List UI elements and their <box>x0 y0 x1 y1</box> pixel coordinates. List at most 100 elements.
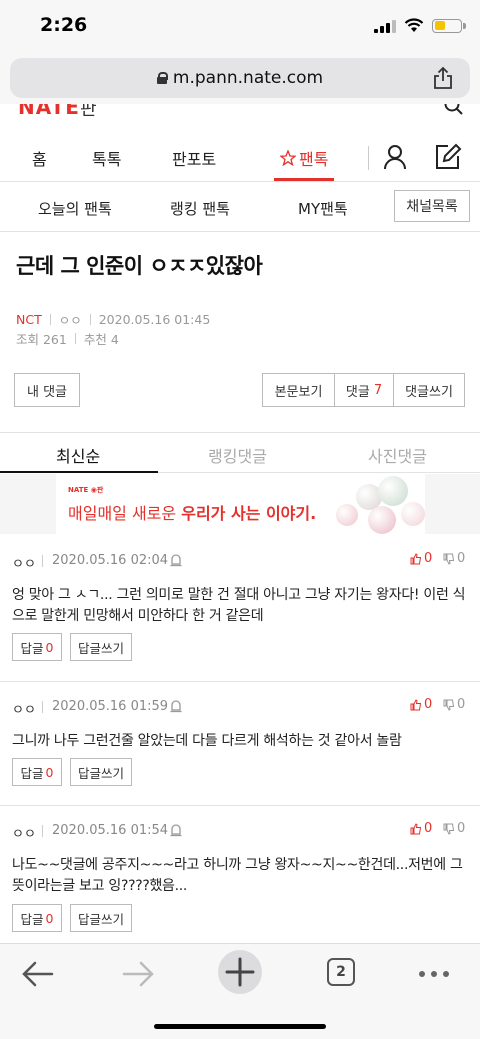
downvote-count: 0 <box>457 551 466 566</box>
comment-author: ㅇㅇ <box>12 827 36 842</box>
upvote-button[interactable]: 0 <box>410 697 432 712</box>
reply-label: 답글 <box>20 640 44 656</box>
browser-url-area: m.pann.nate.com <box>0 56 480 104</box>
nav-pannphoto[interactable]: 판포토 <box>172 146 216 170</box>
comment-item: ㅇㅇ 2020.05.16 01:59 0 0 그니까 나두 그런건줄 알았는데… <box>0 682 480 806</box>
write-reply-button[interactable]: 답글쓰기 <box>70 633 132 661</box>
back-arrow-icon[interactable] <box>20 956 56 992</box>
comments-count: 7 <box>373 382 383 398</box>
comment-text: 나도~~댓글에 공주지~~~라고 하니까 그냥 왕자~~지~~한건데...저번에… <box>12 857 463 894</box>
more-options-icon[interactable] <box>416 956 452 992</box>
reply-count: 0 <box>45 764 54 780</box>
tab-active-indicator <box>0 471 158 473</box>
thumbs-down-icon <box>443 699 455 711</box>
reply-count: 0 <box>45 910 54 926</box>
write-reply-button[interactable]: 답글쓰기 <box>70 904 132 932</box>
report-icon[interactable] <box>170 553 182 567</box>
write-comment-button[interactable]: 댓글쓰기 <box>393 373 465 407</box>
comment-item: ㅇㅇ 2020.05.16 01:54 0 0 나도~~댓글에 공주지~~~라고… <box>0 806 480 944</box>
thumbs-down-icon <box>443 553 455 565</box>
post-author: ㅇㅇ <box>58 313 82 328</box>
tab-count: 2 <box>336 964 346 980</box>
thumbs-down-icon <box>443 823 455 835</box>
banner-logo: NATE ◉판 <box>68 486 104 494</box>
downvote-button[interactable]: 0 <box>443 697 465 712</box>
write-reply-button[interactable]: 답글쓰기 <box>70 758 132 786</box>
comment-author: ㅇㅇ <box>12 703 36 718</box>
main-nav: 홈 톡톡 판포토 팬톡 <box>0 120 480 182</box>
subnav-my-fantalk[interactable]: MY팬톡 <box>298 198 348 219</box>
reply-count-button[interactable]: 답글 0 <box>12 758 62 786</box>
upvote-count: 0 <box>424 821 433 836</box>
battery-icon <box>432 18 466 33</box>
nate-logo[interactable]: NATE <box>18 104 80 119</box>
cellular-signal-icon <box>374 19 396 33</box>
ad-banner[interactable]: NATE ◉판 매일매일 새로운 우리가 사는 이야기. <box>56 474 425 534</box>
nav-divider <box>368 146 369 170</box>
tab-photo-comments[interactable]: 사진댓글 <box>368 443 427 467</box>
downvote-count: 0 <box>457 697 466 712</box>
reply-count: 0 <box>45 639 54 655</box>
wifi-icon <box>404 18 424 32</box>
pann-logo[interactable]: 판 <box>80 104 97 120</box>
forward-arrow-icon[interactable] <box>120 956 156 992</box>
upvote-button[interactable]: 0 <box>410 821 432 836</box>
my-comments-button[interactable]: 내 댓글 <box>14 373 80 407</box>
comments-label: 댓글 <box>345 384 370 400</box>
home-indicator <box>154 1024 326 1029</box>
tabs-button[interactable]: 2 <box>327 958 355 986</box>
comment-datetime: 2020.05.16 01:59 <box>52 699 169 714</box>
url-bar[interactable]: m.pann.nate.com <box>10 58 470 98</box>
write-icon[interactable] <box>434 142 462 170</box>
nav-toktok[interactable]: 톡톡 <box>92 146 121 170</box>
tab-latest[interactable]: 최신순 <box>56 443 100 467</box>
post-datetime: 2020.05.16 01:45 <box>98 312 211 327</box>
tab-ranking-comments[interactable]: 랭킹댓글 <box>208 443 267 467</box>
comment-item: ㅇㅇ 2020.05.16 02:04 0 0 엉 맞아 그 ㅅㄱ... 그런 … <box>0 536 480 682</box>
status-time: 2:26 <box>40 14 88 36</box>
plus-icon <box>225 957 255 987</box>
banner-text-plain: 매일매일 새로운 <box>68 504 182 523</box>
pearl-decoration <box>378 476 408 506</box>
report-icon[interactable] <box>170 823 182 837</box>
thumbs-up-icon <box>410 698 422 710</box>
site-header: NATE 판 <box>0 104 480 120</box>
thumbs-up-icon <box>410 552 422 564</box>
comment-sort-tabs: 최신순 랭킹댓글 사진댓글 <box>0 432 480 473</box>
share-icon[interactable] <box>432 66 454 90</box>
upvote-count: 0 <box>424 551 433 566</box>
post-stats: 조회 261 추천 4 <box>16 329 119 348</box>
reply-count-button[interactable]: 답글 0 <box>12 633 62 661</box>
user-icon[interactable] <box>383 144 407 170</box>
nav-active-indicator <box>274 178 334 181</box>
lock-icon <box>156 72 168 84</box>
post-title: 근데 그 인준이 ㅇㅈㅈ있잖아 <box>16 254 263 278</box>
comment-text: 그니까 나두 그런건줄 알았는데 다들 다르게 해석하는 것 같아서 놀람 <box>12 733 402 749</box>
downvote-button[interactable]: 0 <box>443 551 465 566</box>
channel-list-button[interactable]: 채널목록 <box>394 190 470 222</box>
nav-fantalk-label: 팬톡 <box>299 150 329 169</box>
pearl-decoration <box>401 502 425 526</box>
nav-home[interactable]: 홈 <box>32 146 47 170</box>
new-tab-button[interactable] <box>218 950 262 994</box>
post-channel[interactable]: NCT <box>16 312 42 327</box>
star-icon <box>280 150 296 166</box>
view-body-button[interactable]: 본문보기 <box>262 373 335 407</box>
nav-fantalk[interactable]: 팬톡 <box>280 146 328 170</box>
comments-count-button[interactable]: 댓글 7 <box>334 373 394 407</box>
subnav-today-fantalk[interactable]: 오늘의 팬톡 <box>38 198 112 219</box>
subnav-ranking-fantalk[interactable]: 랭킹 팬톡 <box>170 198 230 219</box>
banner-text: 매일매일 새로운 우리가 사는 이야기. <box>68 500 316 524</box>
upvote-button[interactable]: 0 <box>410 551 432 566</box>
search-icon[interactable] <box>444 104 464 116</box>
status-bar: 2:26 <box>0 0 480 56</box>
comment-datetime: 2020.05.16 02:04 <box>52 553 169 568</box>
pearl-decoration <box>368 506 396 534</box>
comment-author: ㅇㅇ <box>12 557 36 572</box>
post-recommend: 추천 4 <box>83 332 119 347</box>
reply-label: 답글 <box>20 765 44 781</box>
reply-count-button[interactable]: 답글 0 <box>12 904 62 932</box>
report-icon[interactable] <box>170 699 182 713</box>
downvote-button[interactable]: 0 <box>443 821 465 836</box>
post-meta: NCT ㅇㅇ 2020.05.16 01:45 <box>16 310 210 329</box>
